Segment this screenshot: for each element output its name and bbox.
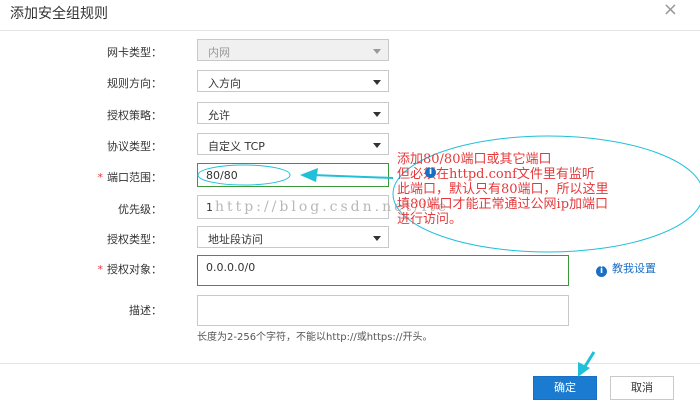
auth-object-label: * 授权对象： [32,261,163,277]
nic-type-label: 网卡类型： [107,46,162,59]
nic-type-value: 内网 [208,46,230,59]
description-textarea[interactable] [197,295,569,326]
chevron-down-icon [373,236,381,241]
chevron-down-icon [373,143,381,148]
auth-type-label: 授权类型： [107,233,162,246]
protocol-value: 自定义 TCP [208,140,265,153]
annotation-line: 但必须在httpd.conf文件里有监听 [397,167,595,182]
dialog-footer [0,363,700,364]
direction-select[interactable]: 入方向 [197,70,389,92]
port-range-label: * 端口范围： [32,169,163,185]
protocol-label: 协议类型： [107,140,162,153]
add-security-group-rule-dialog: 添加安全组规则 × 网卡类型： 内网 规则方向： 入方向 授权策略： 允许 协议… [0,0,700,400]
priority-value: 1 [206,201,213,214]
close-icon[interactable]: × [663,1,678,19]
help-link-label: 教我设置 [612,262,656,275]
port-range-input[interactable]: 80/80 [197,163,389,187]
annotation-line: 添加80/80端口或其它端口 [397,152,552,167]
ok-pointer-arrow-line [582,351,596,369]
auth-type-value: 地址段访问 [208,233,263,246]
direction-label: 规则方向： [107,77,162,90]
policy-value: 允许 [208,109,230,122]
dialog-header: 添加安全组规则 × [0,0,700,31]
description-hint: 长度为2-256个字符，不能以http://或https://开头。 [197,332,433,343]
port-range-label-text: 端口范围： [107,171,162,184]
info-icon: i [596,266,607,277]
chevron-down-icon [373,112,381,117]
annotation-line: 进行访问。 [397,212,463,227]
dialog-title: 添加安全组规则 [10,6,108,22]
priority-label: 优先级： [118,203,162,216]
auth-object-label-text: 授权对象： [107,263,162,276]
auth-object-input[interactable]: 0.0.0.0/0 [197,255,569,286]
required-mark: * [97,171,104,184]
protocol-select[interactable]: 自定义 TCP [197,133,389,155]
annotation-text: 添加80/80端口或其它端口 但必须在httpd.conf文件里有监听 此端口，… [397,152,699,227]
info-icon: i [425,167,436,178]
chevron-down-icon [373,80,381,85]
required-mark: * [97,263,104,276]
ok-pointer-arrowhead [578,362,590,377]
port-range-value: 80/80 [206,169,238,182]
nic-type-select: 内网 [197,39,389,61]
policy-label: 授权策略： [107,109,162,122]
policy-select[interactable]: 允许 [197,102,389,124]
auth-object-value: 0.0.0.0/0 [206,261,256,274]
cancel-button[interactable]: 取消 [610,376,674,400]
chevron-down-icon [373,49,381,54]
help-link[interactable]: i 教我设置 [596,260,656,277]
auth-type-select[interactable]: 地址段访问 [197,226,389,248]
direction-value: 入方向 [208,77,241,90]
annotation-line: 填80端口才能正常通过公网ip加端口 [397,197,609,212]
description-label: 描述： [129,304,162,317]
ok-button[interactable]: 确定 [533,376,597,400]
annotation-line: 此端口，默认只有80端口，所以这里 [397,182,609,197]
